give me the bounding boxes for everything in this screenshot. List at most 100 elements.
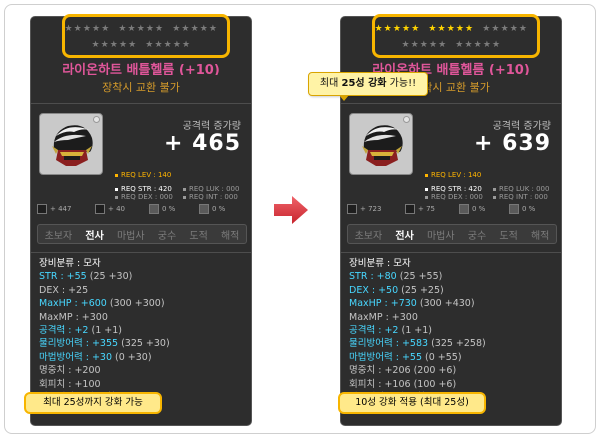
job-class-item: 초보자 xyxy=(44,230,73,242)
req-int: REQ INT : 000 xyxy=(183,193,238,201)
stat-value: 물리방어력 : +355 xyxy=(39,338,119,350)
stat-line: 공격력 : +2 (1 +1) xyxy=(349,324,486,337)
helmet-icon xyxy=(362,125,403,166)
stat-value: STR : +55 xyxy=(39,271,87,283)
stat-value: MaxMP : +300 xyxy=(39,311,108,323)
stat-value: 공격력 : +2 xyxy=(349,324,399,336)
stat-breakdown: (0 +30) xyxy=(112,351,152,363)
helmet-icon xyxy=(52,125,93,166)
trade-restriction: 장착시 교환 불가 xyxy=(102,81,180,94)
stat-breakdown: (25 +30) xyxy=(86,271,133,283)
stat-line: 장비분류 : 모자 xyxy=(349,257,486,270)
stat-line: STR : +55 (25 +30) xyxy=(39,270,170,283)
stat-line: 회피치 : +106 (100 +6) xyxy=(349,378,486,391)
req-str: REQ STR : 420 xyxy=(115,185,172,193)
job-class-bar: 초보자 전사 마법사 궁수 도적 해적 xyxy=(347,224,557,244)
tooltip-tail xyxy=(339,95,349,101)
item-icon-frame[interactable] xyxy=(39,113,103,175)
req-str: REQ STR : 420 xyxy=(425,185,482,193)
job-class-item: 마법사 xyxy=(116,230,145,242)
bonus-stat-icons: + 723 + 75 0 % 0 % xyxy=(347,203,557,217)
stat-value: 장비분류 : 모자 xyxy=(349,258,411,269)
stars-highlight-left xyxy=(62,14,230,58)
stat-value: 명중치 : +200 xyxy=(39,365,101,377)
job-class-item: 해적 xyxy=(220,230,240,242)
stat-line: 물리방어력 : +355 (325 +30) xyxy=(39,337,170,350)
divider xyxy=(341,103,561,104)
stat-value: 마법방어력 : +55 xyxy=(349,351,422,363)
stat-breakdown: (25 +55) xyxy=(396,271,443,283)
job-class-item: 궁수 xyxy=(157,230,177,242)
max-star-tooltip: 최대 25성 강화 가능!! xyxy=(308,72,428,101)
stat-value: 공격력 : +2 xyxy=(39,324,89,336)
job-class-item: 도적 xyxy=(499,230,518,242)
stat-line: 마법방어력 : +55 (0 +55) xyxy=(349,351,486,364)
stat-value: 물리방어력 : +583 xyxy=(349,338,429,350)
stat-line: MaxHP : +730 (300 +430) xyxy=(349,297,486,310)
stat-value: DEX : +50 xyxy=(349,284,399,296)
stat-breakdown: (300 +430) xyxy=(416,298,475,310)
stat-breakdown: (0 +55) xyxy=(422,351,462,363)
stat-breakdown: (25 +25) xyxy=(398,284,444,296)
stat-breakdown: (100 +6) xyxy=(410,378,457,390)
stat-value: MaxHP : +730 xyxy=(349,298,417,310)
right-arrow-icon xyxy=(274,196,308,224)
stat-line: MaxHP : +600 (300 +300) xyxy=(39,297,170,310)
bonus-icon-2: + 40 xyxy=(95,203,125,215)
bonus-stat-icons: + 447 + 40 0 % 0 % xyxy=(37,203,247,217)
job-class-item: 전사 xyxy=(395,230,414,242)
job-class-item: 마법사 xyxy=(426,230,455,242)
job-class-item: 해적 xyxy=(530,230,550,242)
attack-increase-value: + 639 xyxy=(473,131,551,156)
stat-line: 물리방어력 : +583 (325 +258) xyxy=(349,337,486,350)
stat-breakdown: (325 +30) xyxy=(118,338,170,350)
job-class-item: 전사 xyxy=(85,230,104,242)
stat-line: 마법방어력 : +30 (0 +30) xyxy=(39,351,170,364)
bonus-icon-1: + 447 xyxy=(37,203,71,215)
callout-max-enhance: 최대 25성까지 강화 가능 xyxy=(24,392,162,414)
item-icon-frame[interactable] xyxy=(349,113,413,175)
req-level: REQ LEV : 140 xyxy=(115,171,171,179)
stat-value: 마법방어력 : +30 xyxy=(39,351,112,363)
attack-increase-label: 공격력 증가량 xyxy=(492,121,551,132)
stat-value: MaxMP : +300 xyxy=(349,311,418,323)
job-class-item: 궁수 xyxy=(467,230,487,242)
stat-line: MaxMP : +300 xyxy=(349,311,486,324)
stat-breakdown: (300 +300) xyxy=(106,298,165,310)
attack-increase-label: 공격력 증가량 xyxy=(182,121,241,132)
req-dex: REQ DEX : 000 xyxy=(425,193,483,201)
stat-value: STR : +80 xyxy=(349,271,397,283)
bonus-icon-4: 0 % xyxy=(509,203,535,215)
item-name: 라이온하트 배틀헬름 (+10) xyxy=(62,63,220,75)
req-level: REQ LEV : 140 xyxy=(425,171,481,179)
stat-value: MaxHP : +600 xyxy=(39,298,107,310)
divider xyxy=(31,103,251,104)
bonus-icon-4: 0 % xyxy=(199,203,225,215)
stat-line: STR : +80 (25 +55) xyxy=(349,270,486,283)
req-int: REQ INT : 000 xyxy=(493,193,548,201)
stat-value: 명중치 : +206 xyxy=(349,365,411,377)
bonus-icon-3: 0 % xyxy=(149,203,175,215)
stat-line: MaxMP : +300 xyxy=(39,311,170,324)
stat-value: 장비분류 : 모자 xyxy=(39,258,101,269)
bonus-icon-2: + 75 xyxy=(405,203,435,215)
item-tooltip-before: ★★★★★ ★★★★★ ★★★★★ ★★★★★ ★★★★★ 라이온하트 배틀헬름 (+… xyxy=(30,16,252,426)
stat-line: DEX : +50 (25 +25) xyxy=(349,284,486,297)
stat-value: 회피치 : +100 xyxy=(39,378,101,390)
req-luk: REQ LUK : 000 xyxy=(183,185,239,193)
stat-value: DEX : +25 xyxy=(39,284,89,296)
equip-check-icon xyxy=(93,116,100,123)
attack-increase-value: + 465 xyxy=(163,131,241,156)
callout-applied-enhance: 10성 강화 적용 (최대 25성) xyxy=(338,392,486,414)
stat-value: 회피치 : +106 xyxy=(349,378,411,390)
stat-breakdown: (1 +1) xyxy=(398,324,432,336)
job-class-bar: 초보자 전사 마법사 궁수 도적 해적 xyxy=(37,224,247,244)
req-dex: REQ DEX : 000 xyxy=(115,193,173,201)
stat-line: 명중치 : +200 xyxy=(39,364,170,377)
stat-breakdown: (200 +6) xyxy=(410,365,457,377)
stat-list: 장비분류 : 모자 STR : +55 (25 +30) DEX : +25 MaxH… xyxy=(39,257,170,404)
divider xyxy=(31,252,251,253)
bonus-icon-1: + 723 xyxy=(347,203,381,215)
stat-line: 회피치 : +100 xyxy=(39,378,170,391)
stat-breakdown: (1 +1) xyxy=(88,324,122,336)
